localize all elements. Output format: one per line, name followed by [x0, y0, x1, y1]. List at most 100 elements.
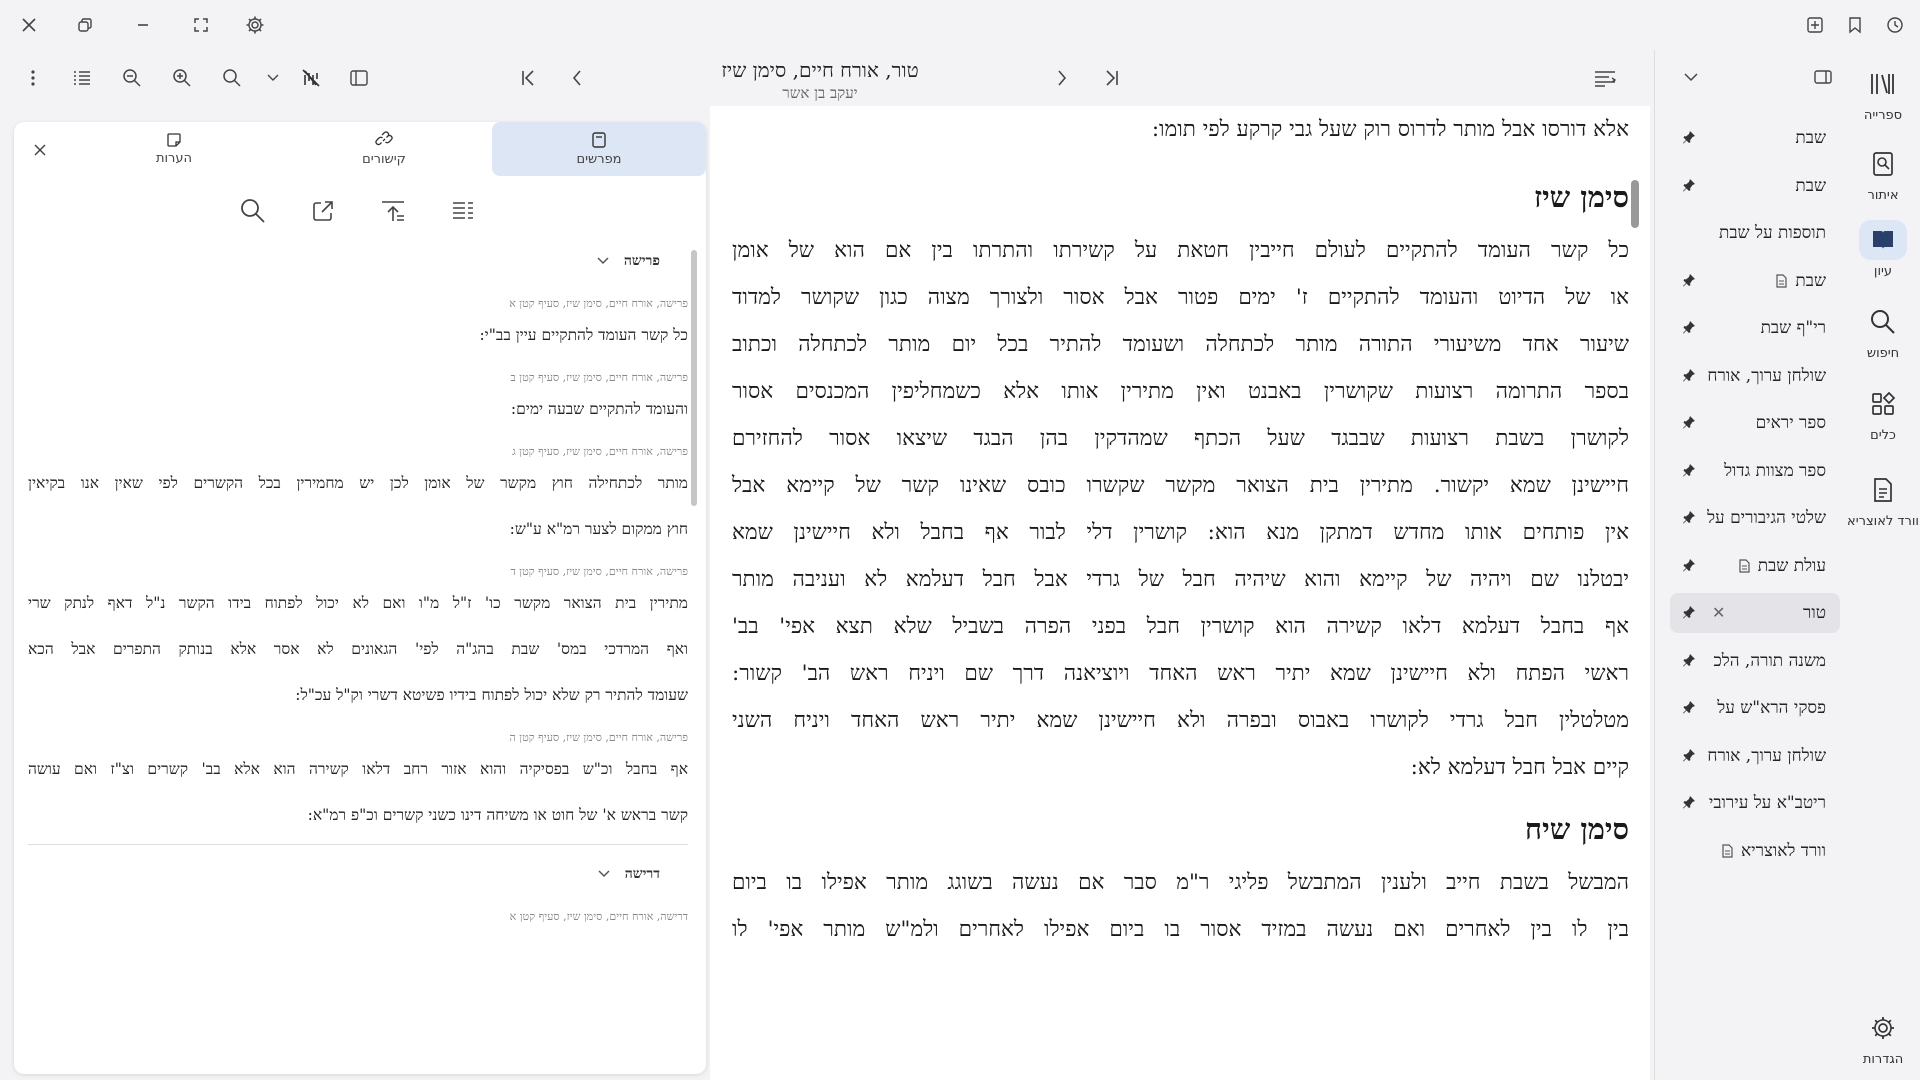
open-book-tab[interactable]: שולחן ערוך, אורח — [1670, 356, 1840, 396]
book-tab-label: תוספות על שבת — [1719, 223, 1826, 243]
toggle-sidebar-icon[interactable] — [344, 63, 374, 93]
nav-item[interactable]: כלים — [1846, 384, 1920, 443]
close-window-icon[interactable] — [14, 10, 44, 40]
book-author: יעקב בן אשר — [782, 84, 858, 102]
open-book-tab[interactable]: וורד לאוצריא — [1670, 831, 1840, 871]
settings-gear-icon[interactable] — [240, 10, 270, 40]
nav-item-label: עיון — [1873, 264, 1893, 279]
open-book-tab[interactable]: ספר מצוות גדול — [1670, 451, 1840, 491]
nav-item[interactable]: איתור — [1846, 144, 1920, 203]
open-book-tab[interactable]: שולחן ערוך, אורח — [1670, 736, 1840, 776]
scroll-to-top-icon[interactable] — [376, 194, 410, 228]
commentary-item[interactable]: דרישה, אורח חיים, סימן שיז, סעיף קטן א — [28, 909, 688, 925]
commentary-source: פרישה, אורח חיים, סימן שיז, סעיף קטן ג — [512, 445, 688, 458]
pin-icon[interactable] — [1682, 178, 1696, 192]
history-icon[interactable] — [1880, 10, 1910, 40]
fullscreen-icon[interactable] — [186, 10, 216, 40]
main-text-scrollbar[interactable] — [1631, 180, 1639, 228]
title-bar — [0, 0, 1920, 50]
open-book-tab[interactable]: טור ✕ — [1670, 593, 1840, 633]
book-tab-label: שלטי הגיבורים על — [1707, 508, 1826, 528]
commentary-group-header[interactable]: דרישה — [28, 863, 688, 885]
new-tab-icon[interactable] — [1800, 10, 1830, 40]
commentary-scrollbar[interactable] — [691, 250, 697, 506]
navigation-rail: ספרייה איתור עיון חיפוש כלים וורד לאוצרי… — [1846, 50, 1920, 1080]
group-separator — [28, 844, 688, 845]
commentary-item[interactable]: פרישה, אורח חיים, סימן שיז, סעיף קטן ג מו… — [28, 444, 688, 552]
commentary-item[interactable]: פרישה, אורח חיים, סימן שיז, סעיף קטן ה אף… — [28, 730, 688, 838]
tab-links[interactable]: קישורים — [284, 122, 484, 176]
nav-item-label: הגדרות — [1862, 1052, 1904, 1067]
bookmark-icon[interactable] — [1840, 10, 1870, 40]
pin-icon[interactable] — [1682, 368, 1696, 382]
open-book-tab[interactable]: תוספות על שבת — [1670, 213, 1840, 253]
book-tab-label: שבת — [1795, 175, 1826, 196]
filter-commentaries-icon[interactable] — [446, 194, 480, 228]
open-book-tab[interactable]: שבת — [1670, 261, 1840, 301]
search-in-book-icon[interactable] — [217, 63, 247, 93]
close-tab-icon[interactable]: ✕ — [1712, 603, 1725, 622]
open-book-tab[interactable]: ספר יראים — [1670, 403, 1840, 443]
more-options-icon[interactable] — [18, 63, 48, 93]
commentary-group-header[interactable]: פרישה — [28, 250, 688, 272]
document-icon — [1721, 843, 1733, 858]
open-book-tab[interactable]: פסקי הרא"ש על — [1670, 688, 1840, 728]
pin-icon[interactable] — [1682, 605, 1696, 619]
tab-commentaries[interactable]: מפרשים — [492, 122, 706, 176]
open-book-tab[interactable]: עולת שבת — [1670, 546, 1840, 586]
minimize-window-icon[interactable] — [128, 10, 158, 40]
first-page-icon[interactable] — [513, 63, 543, 93]
text-line: המבשל בשבת חייב ולענין המתבשל פליגי ר"מ … — [732, 870, 1629, 895]
nav-item[interactable]: חיפוש — [1846, 302, 1920, 361]
book-title-box: טור, אורח חיים, סימן שיז יעקב בן אשר — [640, 56, 1000, 102]
toggle-panel-icon[interactable] — [1808, 62, 1838, 92]
remove-nikud-icon[interactable] — [296, 63, 326, 93]
table-of-contents-icon[interactable] — [67, 63, 97, 93]
pin-icon[interactable] — [1682, 700, 1696, 714]
pin-icon[interactable] — [1682, 653, 1696, 667]
pin-icon[interactable] — [1682, 510, 1696, 524]
pin-icon[interactable] — [1682, 558, 1696, 572]
open-books-panel: שבת שבת תוספות על שבת שבת רי"ף שבת שולחן… — [1656, 50, 1846, 1080]
nav-item[interactable]: ספרייה — [1846, 64, 1920, 123]
text-alignment-icon[interactable] — [1590, 63, 1620, 93]
main-text-pane[interactable]: אלא דורסו אבל מותר לדרוס רוק שעל גבי קרק… — [710, 106, 1650, 1080]
collapse-chevron-icon[interactable] — [1676, 62, 1706, 92]
tab-notes[interactable]: הערות — [74, 122, 274, 176]
pin-icon[interactable] — [1682, 320, 1696, 334]
pin-icon[interactable] — [1682, 273, 1696, 287]
book-tab-label: משנה תורה, הלכ — [1713, 650, 1826, 671]
open-book-tab[interactable]: רי"ף שבת — [1670, 308, 1840, 348]
open-book-tab[interactable]: שבת — [1670, 166, 1840, 206]
search-dropdown-chevron-icon[interactable] — [258, 63, 288, 93]
open-book-tab[interactable]: ריטב"א על עירובי — [1670, 783, 1840, 823]
tab-label: מפרשים — [576, 152, 622, 167]
commentary-item[interactable]: פרישה, אורח חיים, סימן שיז, סעיף קטן ב וה… — [28, 370, 688, 432]
pin-icon[interactable] — [1682, 748, 1696, 762]
nav-item[interactable]: עיון — [1846, 220, 1920, 279]
text-line: או של הדיוט והעומד להתקיים ז' ימים פטור … — [732, 285, 1629, 310]
close-panel-icon[interactable] — [26, 136, 54, 164]
text-line: מטלטלין חבל גרדי לקושרו באבוס ובפרה ולא … — [732, 708, 1629, 733]
nav-item[interactable]: הגדרות — [1846, 1008, 1920, 1067]
zoom-out-icon[interactable] — [117, 63, 147, 93]
open-book-tab[interactable]: שבת — [1670, 118, 1840, 158]
search-commentaries-icon[interactable] — [236, 194, 270, 228]
zoom-in-icon[interactable] — [167, 63, 197, 93]
pin-icon[interactable] — [1682, 130, 1696, 144]
open-book-tab[interactable]: משנה תורה, הלכ — [1670, 641, 1840, 681]
commentary-item[interactable]: פרישה, אורח חיים, סימן שיז, סעיף קטן א כל… — [28, 296, 688, 358]
next-page-icon[interactable] — [1047, 63, 1077, 93]
text-line: בין לו בין לאחרים ואם נעשה במזיד אסור בו… — [732, 917, 1629, 942]
last-page-icon[interactable] — [1097, 63, 1127, 93]
pin-icon[interactable] — [1682, 795, 1696, 809]
open-book-tab[interactable]: שלטי הגיבורים על — [1670, 498, 1840, 538]
nav-item[interactable]: וורד לאוצריא — [1846, 470, 1920, 529]
pin-icon[interactable] — [1682, 463, 1696, 477]
restore-window-icon[interactable] — [70, 10, 100, 40]
previous-page-icon[interactable] — [562, 63, 592, 93]
pin-icon[interactable] — [1682, 415, 1696, 429]
open-in-new-tab-icon[interactable] — [306, 194, 340, 228]
commentary-item[interactable]: פרישה, אורח חיים, סימן שיז, סעיף קטן ד מת… — [28, 564, 688, 718]
pane-divider[interactable] — [1654, 50, 1655, 1080]
